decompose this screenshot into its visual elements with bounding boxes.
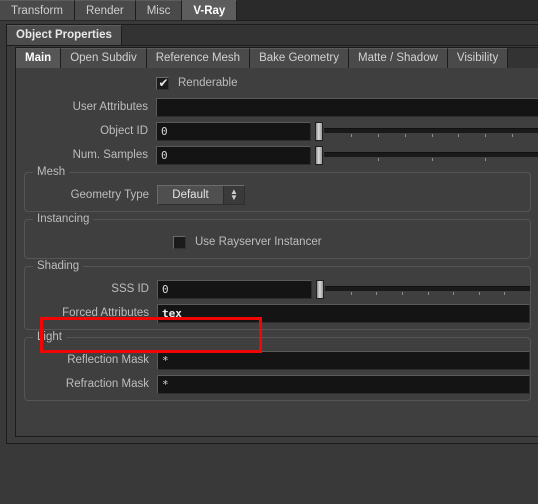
tab-misc[interactable]: Misc (135, 0, 183, 20)
user-attributes-label: User Attributes (72, 101, 148, 113)
num-samples-row: Num. Samples 0 (16, 145, 538, 165)
sss-id-row: SSS ID 0 (25, 279, 530, 299)
forced-attributes-row: Forced Attributes tex (25, 303, 530, 323)
num-samples-label: Num. Samples (72, 149, 148, 161)
tab-bake-geometry[interactable]: Bake Geometry (250, 48, 349, 68)
sss-id-slider-handle[interactable] (316, 279, 324, 299)
geometry-type-combobox[interactable]: Default ▲ ▼ (157, 185, 245, 205)
shading-group: Shading SSS ID 0 Forced Attributes tex (24, 260, 531, 330)
num-samples-slider-handle[interactable] (315, 145, 323, 165)
renderable-checkbox[interactable] (156, 75, 170, 91)
sss-id-input[interactable]: 0 (157, 279, 312, 299)
object-id-row: Object ID 0 (16, 121, 538, 141)
object-id-slider-handle[interactable] (315, 121, 323, 141)
object-properties-panel: Object Properties Main Open Subdiv Refer… (6, 24, 538, 444)
tab-visibility[interactable]: Visibility (447, 48, 509, 68)
use-rayserver-instancer-label: Use Rayserver Instancer (195, 236, 322, 248)
refraction-mask-input[interactable]: * (157, 374, 530, 394)
outer-tab-bar: Transform Render Misc V-Ray (0, 0, 538, 21)
tab-open-subdiv[interactable]: Open Subdiv (61, 48, 147, 68)
sss-id-slider-track (325, 285, 530, 291)
reflection-mask-row: Reflection Mask * (25, 350, 530, 370)
reflection-mask-label: Reflection Mask (67, 354, 149, 366)
forced-attributes-label: Forced Attributes (62, 307, 149, 319)
tab-transform[interactable]: Transform (0, 0, 75, 20)
inner-tab-bar: Main Open Subdiv Reference Mesh Bake Geo… (16, 48, 538, 69)
sss-id-slider[interactable] (315, 279, 530, 299)
user-attributes-input[interactable] (156, 97, 538, 117)
instancing-group-title: Instancing (33, 213, 94, 225)
mesh-group: Mesh Geometry Type Default ▲ ▼ (24, 166, 531, 212)
light-group-title: Light (33, 331, 66, 343)
sss-id-slider-ticks (325, 291, 530, 297)
refraction-mask-label: Refraction Mask (65, 378, 149, 390)
object-id-slider-ticks (324, 133, 538, 139)
object-id-label: Object ID (100, 125, 148, 137)
renderable-label: Renderable (178, 77, 238, 89)
instancing-group: Instancing Use Rayserver Instancer (24, 213, 531, 259)
mesh-group-title: Mesh (33, 166, 70, 178)
sss-id-label: SSS ID (111, 283, 149, 295)
shading-group-title: Shading (33, 260, 84, 272)
object-id-slider[interactable] (314, 121, 538, 141)
updown-arrows-icon[interactable]: ▲ ▼ (223, 186, 244, 204)
panel-tab-filler (121, 25, 538, 44)
panel-tab-bar: Object Properties (7, 25, 538, 46)
use-rayserver-instancer-checkbox[interactable] (173, 235, 186, 249)
user-attributes-row: User Attributes (16, 97, 538, 117)
num-samples-slider-track (324, 151, 538, 157)
object-id-input[interactable]: 0 (156, 121, 311, 141)
geometry-type-row: Geometry Type Default ▲ ▼ (25, 185, 530, 205)
inner-tab-filler (508, 48, 538, 67)
renderable-row: Renderable (16, 73, 538, 93)
tab-reference-mesh[interactable]: Reference Mesh (146, 48, 251, 68)
object-id-slider-track (324, 127, 538, 133)
geometry-type-label: Geometry Type (70, 189, 149, 201)
forced-attributes-input[interactable]: tex (157, 303, 530, 323)
num-samples-input[interactable]: 0 (156, 145, 311, 165)
tab-vray[interactable]: V-Ray (182, 0, 238, 20)
tab-matte-shadow[interactable]: Matte / Shadow (348, 48, 448, 68)
tab-main[interactable]: Main (16, 48, 62, 68)
use-rayserver-instancer-row: Use Rayserver Instancer (25, 232, 530, 252)
tab-object-properties[interactable]: Object Properties (7, 25, 122, 45)
num-samples-slider[interactable] (314, 145, 538, 165)
tab-bar-filler (237, 0, 538, 21)
num-samples-slider-ticks (324, 157, 538, 163)
reflection-mask-input[interactable]: * (157, 350, 530, 370)
object-properties-page: Main Open Subdiv Reference Mesh Bake Geo… (15, 47, 538, 437)
light-group: Light Reflection Mask * Refraction Mask … (24, 331, 531, 401)
tab-render[interactable]: Render (74, 0, 136, 20)
geometry-type-value: Default (172, 189, 209, 201)
refraction-mask-row: Refraction Mask * (25, 374, 530, 394)
main-tab-content: Renderable User Attributes Object ID 0 N… (16, 68, 538, 436)
